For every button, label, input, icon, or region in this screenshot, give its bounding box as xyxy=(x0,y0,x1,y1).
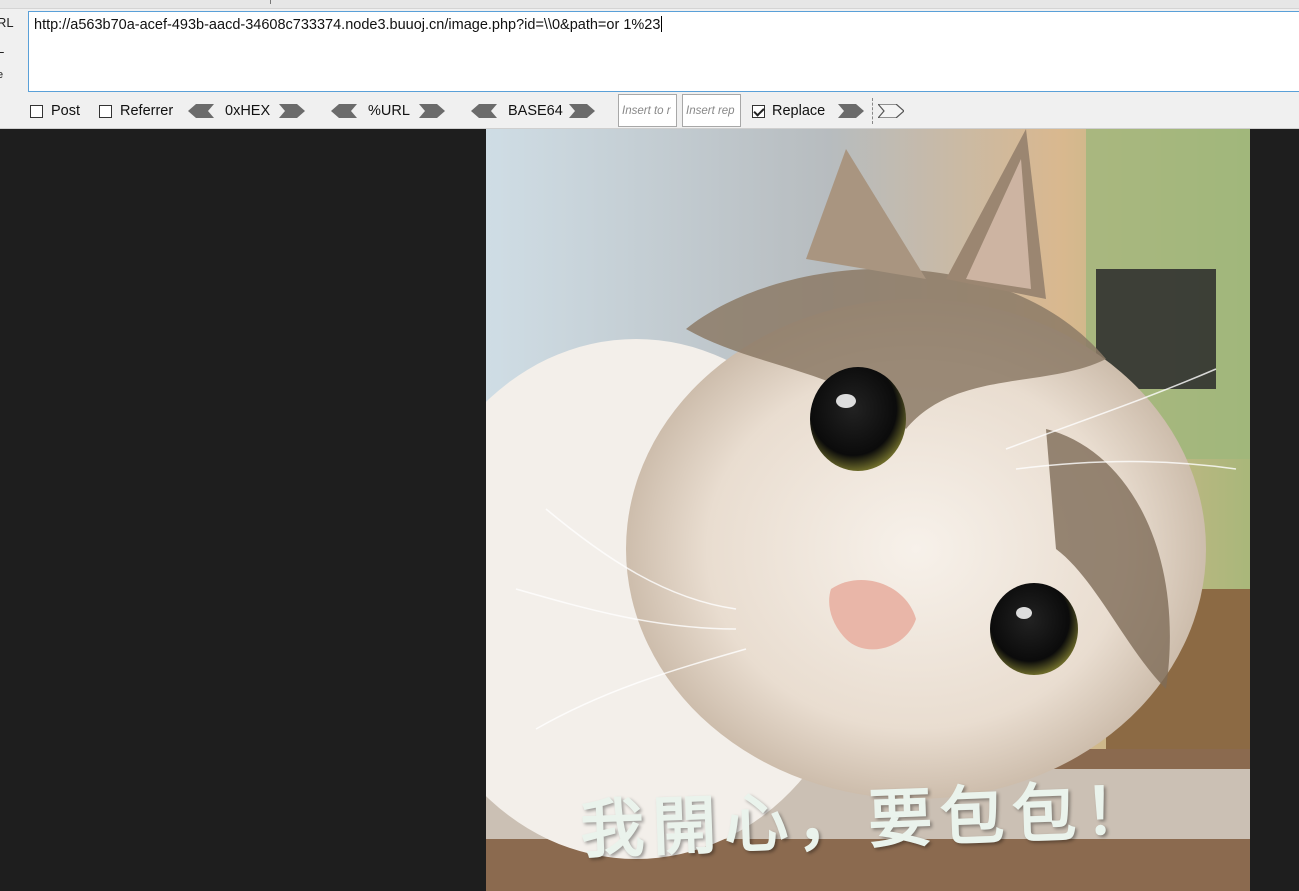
side-menu: RL L e xyxy=(0,12,20,84)
text-caret xyxy=(661,16,663,32)
replace-go-arrow-icon[interactable] xyxy=(838,104,864,118)
base64-decode-arrow-icon[interactable] xyxy=(471,104,497,118)
side-label-3[interactable]: e xyxy=(0,64,20,84)
side-label-2[interactable]: L xyxy=(0,38,20,64)
url-encode-arrow-icon[interactable] xyxy=(419,104,445,118)
referrer-checkbox[interactable] xyxy=(99,105,112,118)
url-text: http://a563b70a-acef-493b-aacd-34608c733… xyxy=(34,17,661,33)
url-decode-arrow-icon[interactable] xyxy=(331,104,357,118)
insert-replace-field[interactable]: Insert rep xyxy=(682,94,741,127)
toolbar-separator xyxy=(872,98,873,124)
hackbar: RL L e http://a563b70a-acef-493b-aacd-34… xyxy=(0,0,1299,129)
base64-encode-arrow-icon[interactable] xyxy=(569,104,595,118)
referrer-label[interactable]: Referrer xyxy=(120,103,173,119)
base64-label: BASE64 xyxy=(508,103,563,119)
execute-arrow-icon[interactable] xyxy=(878,104,904,118)
hackbar-toolbar: Post Referrer 0xHEX %URL BASE64 Insert t… xyxy=(0,94,1299,128)
replace-label[interactable]: Replace xyxy=(772,103,825,119)
page-content: 我開心，要包包！ xyxy=(0,129,1299,891)
post-checkbox[interactable] xyxy=(30,105,43,118)
hex-decode-arrow-icon[interactable] xyxy=(188,104,214,118)
url-label: %URL xyxy=(368,103,410,119)
side-label-1[interactable]: RL xyxy=(0,12,20,38)
url-input[interactable]: http://a563b70a-acef-493b-aacd-34608c733… xyxy=(28,11,1299,92)
top-strip xyxy=(0,0,1299,9)
post-label[interactable]: Post xyxy=(51,103,80,119)
hex-encode-arrow-icon[interactable] xyxy=(279,104,305,118)
hex-label: 0xHEX xyxy=(225,103,271,119)
cat-image: 我開心，要包包！ xyxy=(486,129,1250,891)
insert-to-field[interactable]: Insert to r xyxy=(618,94,677,127)
replace-checkbox[interactable] xyxy=(752,105,765,118)
